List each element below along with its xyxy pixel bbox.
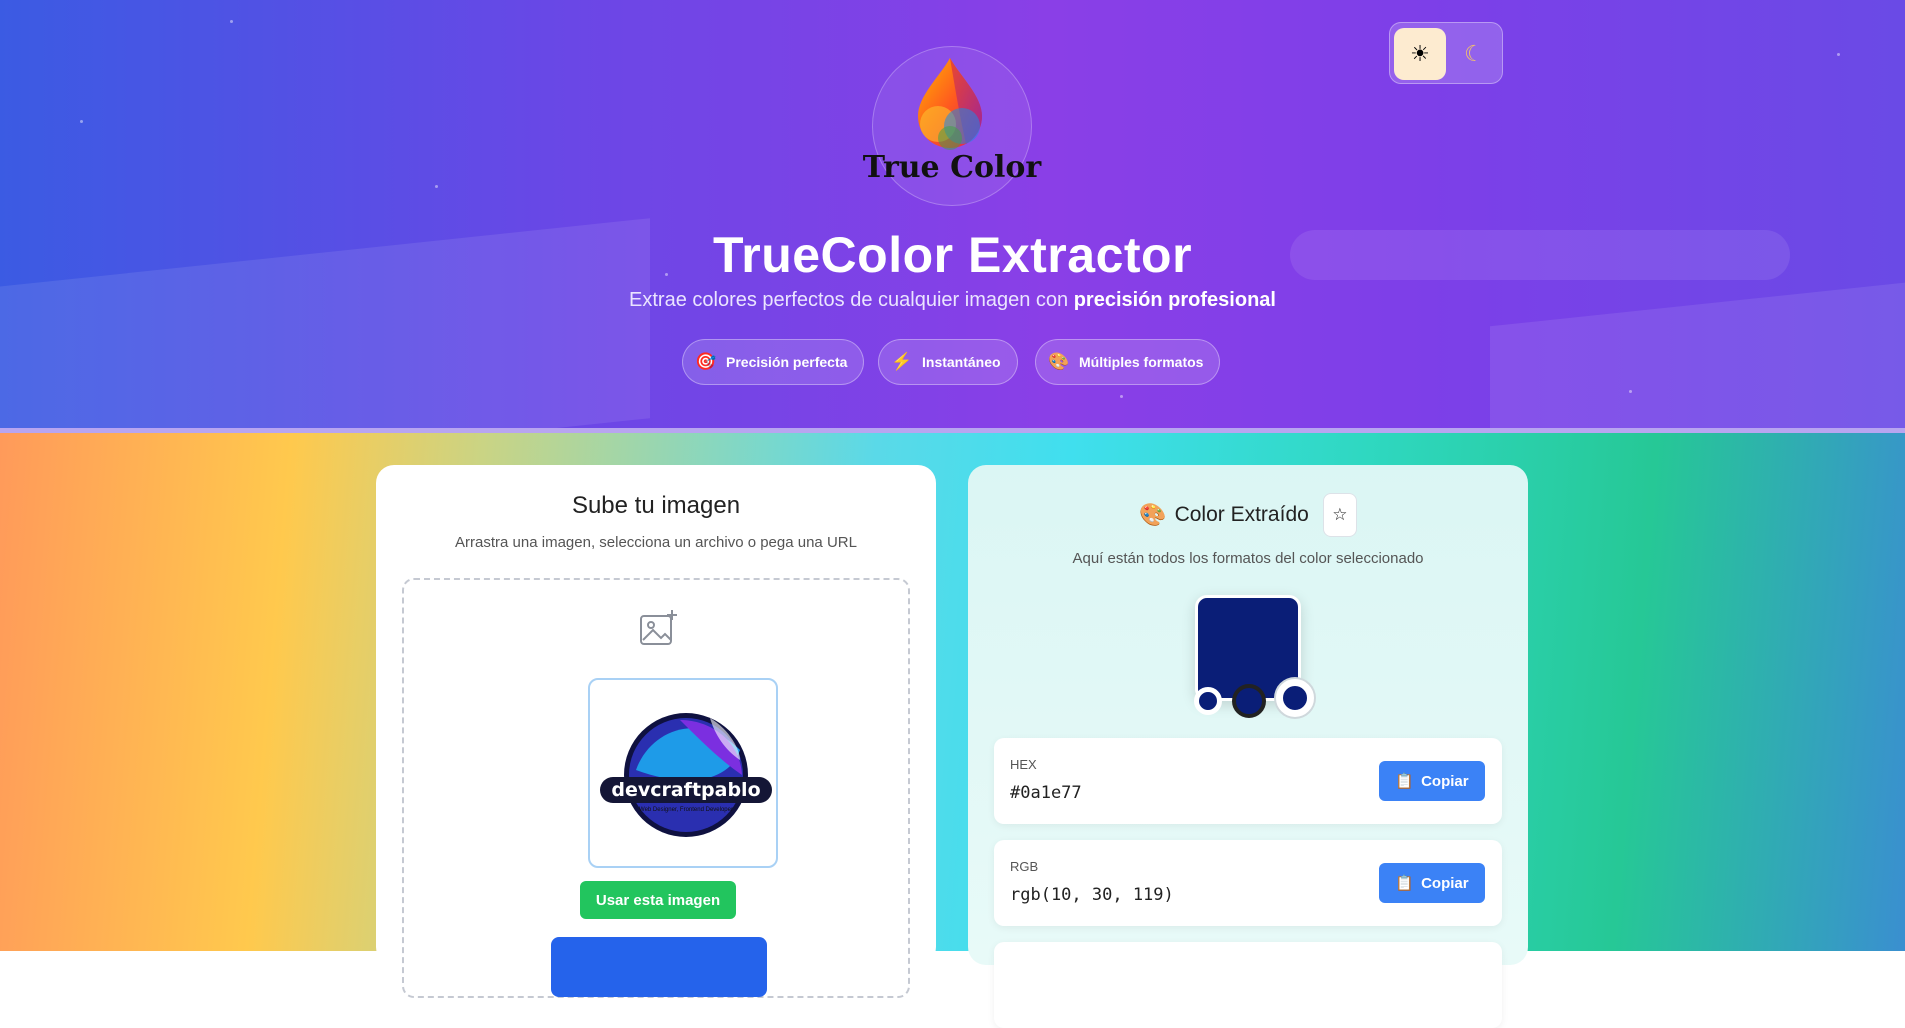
preview-logo-text: devcraftpablo: [611, 779, 760, 801]
feature-pills: 🎯 Precisión perfecta ⚡ Instantáneo 🎨 Múl…: [0, 339, 1905, 385]
main-background: [0, 433, 1905, 951]
palette-icon: 🎨: [1139, 502, 1167, 527]
feature-pill-precision: 🎯 Precisión perfecta: [682, 339, 865, 385]
hero-header: ☀ ☾ True Color TrueColor Extractor Extra…: [0, 0, 1905, 428]
decorative-band: [1290, 230, 1790, 280]
sparkle: [435, 185, 438, 188]
color-variant-dot-selected[interactable]: [1232, 684, 1266, 718]
rgb-format-row: RGB rgb(10, 30, 119) 📋 Copiar: [994, 840, 1502, 926]
color-drop-icon: [918, 58, 982, 150]
sparkle: [80, 120, 83, 123]
format-value: #0a1e77: [1010, 783, 1082, 803]
upload-title: Sube tu imagen: [571, 492, 741, 519]
image-dropzone[interactable]: devcraftpablo Web Designer, Frontend Dev…: [402, 578, 910, 998]
use-image-button[interactable]: Usar esta imagen: [580, 881, 736, 919]
preview-logo-tagline: Web Designer, Frontend Developer: [639, 807, 733, 813]
theme-toggle: ☀ ☾: [1389, 22, 1503, 84]
clipboard-icon: 📋: [1395, 875, 1415, 892]
moon-icon[interactable]: ☾: [1448, 28, 1500, 80]
upload-card: Sube tu imagen Arrastra una imagen, sele…: [376, 465, 936, 998]
result-subtitle: Aquí están todos los formatos del color …: [1072, 550, 1424, 567]
sun-icon[interactable]: ☀: [1394, 28, 1446, 80]
sparkle: [1629, 390, 1632, 393]
clipboard-icon: 📋: [1395, 773, 1415, 790]
feature-pill-instant: ⚡ Instantáneo: [878, 339, 1018, 385]
result-header: 🎨 Color Extraído ☆: [968, 493, 1528, 537]
pill-label: Múltiples formatos: [1079, 354, 1204, 370]
sparkle: [1120, 395, 1123, 398]
page-subtitle: Extrae colores perfectos de cualquier im…: [629, 289, 1276, 311]
upload-subtitle: Arrastra una imagen, selecciona un archi…: [455, 534, 857, 551]
format-label: HEX: [1010, 757, 1037, 772]
copy-label: Copiar: [1421, 772, 1469, 790]
logo-text: True Color: [862, 150, 1042, 185]
hex-format-row: HEX #0a1e77 📋 Copiar: [994, 738, 1502, 824]
copy-rgb-button[interactable]: 📋 Copiar: [1379, 863, 1485, 903]
sparkle: [1837, 53, 1840, 56]
format-label: RGB: [1010, 859, 1039, 874]
add-image-icon: [640, 610, 677, 645]
feature-pill-formats: 🎨 Múltiples formatos: [1035, 339, 1221, 385]
result-card: 🎨 Color Extraído ☆ Aquí están todos los …: [968, 465, 1528, 1028]
image-preview[interactable]: devcraftpablo Web Designer, Frontend Dev…: [588, 678, 778, 868]
pill-label: Instantáneo: [922, 354, 1001, 370]
copy-hex-button[interactable]: 📋 Copiar: [1379, 761, 1485, 801]
lightning-icon: ⚡: [891, 352, 913, 371]
next-format-row: [994, 942, 1502, 1028]
copy-label: Copiar: [1421, 874, 1469, 892]
color-variant-dot[interactable]: [1194, 687, 1222, 715]
result-title: Color Extraído: [1174, 503, 1309, 526]
color-variant-dot[interactable]: [1276, 679, 1314, 717]
sparkle: [230, 20, 233, 23]
pill-label: Precisión perfecta: [726, 354, 848, 370]
decorative-band: [0, 218, 650, 428]
preview-logo-image: devcraftpablo Web Designer, Frontend Dev…: [600, 713, 772, 837]
target-icon: 🎯: [695, 352, 717, 371]
page-title: TrueColor Extractor: [712, 227, 1193, 283]
format-value: rgb(10, 30, 119): [1010, 885, 1174, 905]
upload-primary-button[interactable]: [551, 937, 767, 997]
palette-icon: 🎨: [1048, 352, 1070, 371]
star-icon[interactable]: ☆: [1322, 493, 1357, 537]
